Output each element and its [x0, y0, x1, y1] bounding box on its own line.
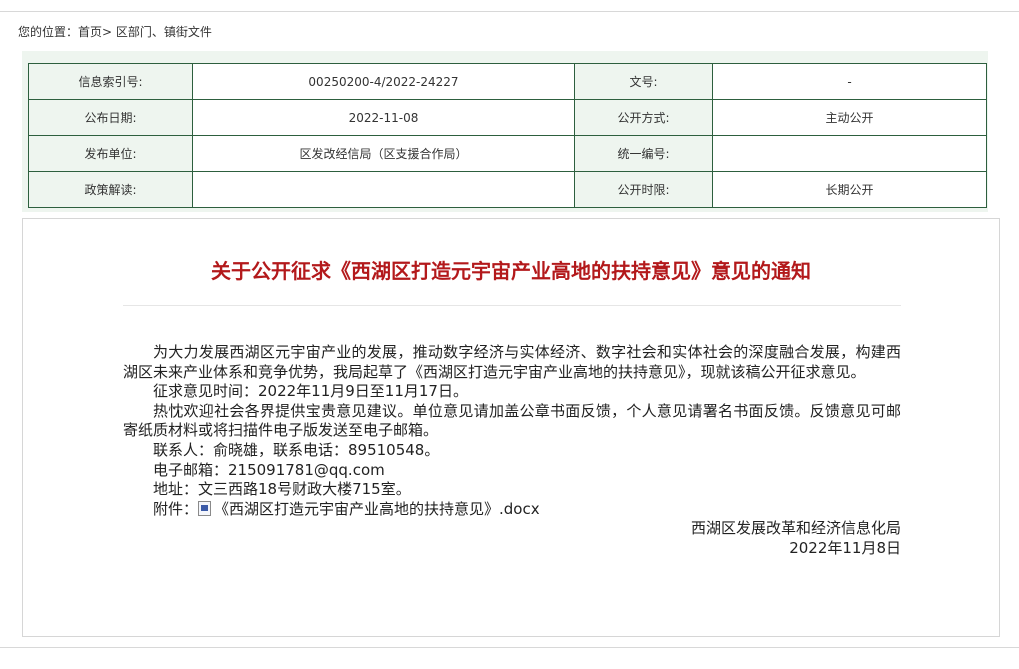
bottom-divider [0, 647, 1019, 648]
metadata-table: 信息索引号: 00250200-4/2022-24227 文号: - 公布日期:… [28, 63, 987, 208]
top-divider [0, 11, 1019, 12]
metadata-row: 政策解读: 公开时限: 长期公开 [28, 171, 987, 208]
publisher-label: 发布单位: [28, 135, 193, 172]
disclosure-period-value: 长期公开 [712, 171, 987, 208]
unified-number-label: 统一编号: [574, 135, 713, 172]
signature-org: 西湖区发展改革和经济信息化局 [690, 519, 901, 538]
policy-interpretation-value [192, 171, 575, 208]
paragraph-address: 地址：文三西路18号财政大楼715室。 [153, 480, 411, 499]
metadata-row: 信息索引号: 00250200-4/2022-24227 文号: - [28, 63, 987, 100]
breadcrumb: 您的位置：首页> 区部门、镇街文件 [18, 23, 212, 40]
breadcrumb-home-link[interactable]: 首页 [78, 25, 102, 39]
paragraph-email: 电子邮箱：215091781@qq.com [153, 460, 385, 479]
unified-number-value [712, 135, 987, 172]
article-title: 关于公开征求《西湖区打造元宇宙产业高地的扶持意见》意见的通知 [211, 259, 811, 283]
paragraph-contact: 联系人：俞晓雄，联系电话：89510548。 [153, 440, 440, 459]
breadcrumb-prefix: 您的位置： [18, 25, 79, 39]
disclosure-period-label: 公开时限: [574, 171, 713, 208]
document-number-value: - [712, 63, 987, 100]
index-number-label: 信息索引号: [28, 63, 193, 100]
paragraph-feedback: 热忱欢迎社会各界提供宝贵意见建议。单位意见请加盖公章书面反馈，个人意见请署名书面… [123, 401, 901, 440]
index-number-value: 00250200-4/2022-24227 [192, 63, 575, 100]
disclosure-method-label: 公开方式: [574, 99, 713, 136]
metadata-row: 公布日期: 2022-11-08 公开方式: 主动公开 [28, 99, 987, 136]
paragraph-intro: 为大力发展西湖区元宇宙产业的发展，推动数字经济与实体经济、数字社会和实体社会的深… [123, 343, 901, 381]
paragraph-period: 征求意见时间：2022年11月9日至11月17日。 [153, 382, 468, 401]
metadata-row: 发布单位: 区发改经信局（区支援合作局） 统一编号: [28, 135, 987, 172]
policy-interpretation-label: 政策解读: [28, 171, 193, 208]
attachment-link[interactable]: 《西湖区打造元宇宙产业高地的扶持意见》.docx [214, 500, 540, 518]
disclosure-method-value: 主动公开 [712, 99, 987, 136]
title-divider [123, 305, 901, 306]
metadata-panel: 信息索引号: 00250200-4/2022-24227 文号: - 公布日期:… [22, 51, 988, 212]
document-number-label: 文号: [574, 63, 713, 100]
publish-date-value: 2022-11-08 [192, 99, 575, 136]
word-doc-icon [198, 500, 212, 516]
publish-date-label: 公布日期: [28, 99, 193, 136]
attachment-line: 附件： 《西湖区打造元宇宙产业高地的扶持意见》.docx [123, 500, 901, 520]
article-body: 为大力发展西湖区元宇宙产业的发展，推动数字经济与实体经济、数字社会和实体社会的深… [123, 343, 901, 559]
breadcrumb-separator: > [102, 25, 113, 39]
breadcrumb-section-link[interactable]: 区部门、镇街文件 [116, 25, 212, 39]
publisher-value: 区发改经信局（区支援合作局） [192, 135, 575, 172]
attachment-label: 附件： [153, 499, 199, 518]
article-container: 关于公开征求《西湖区打造元宇宙产业高地的扶持意见》意见的通知 为大力发展西湖区元… [22, 218, 1000, 637]
signature-date: 2022年11月8日 [789, 538, 901, 557]
